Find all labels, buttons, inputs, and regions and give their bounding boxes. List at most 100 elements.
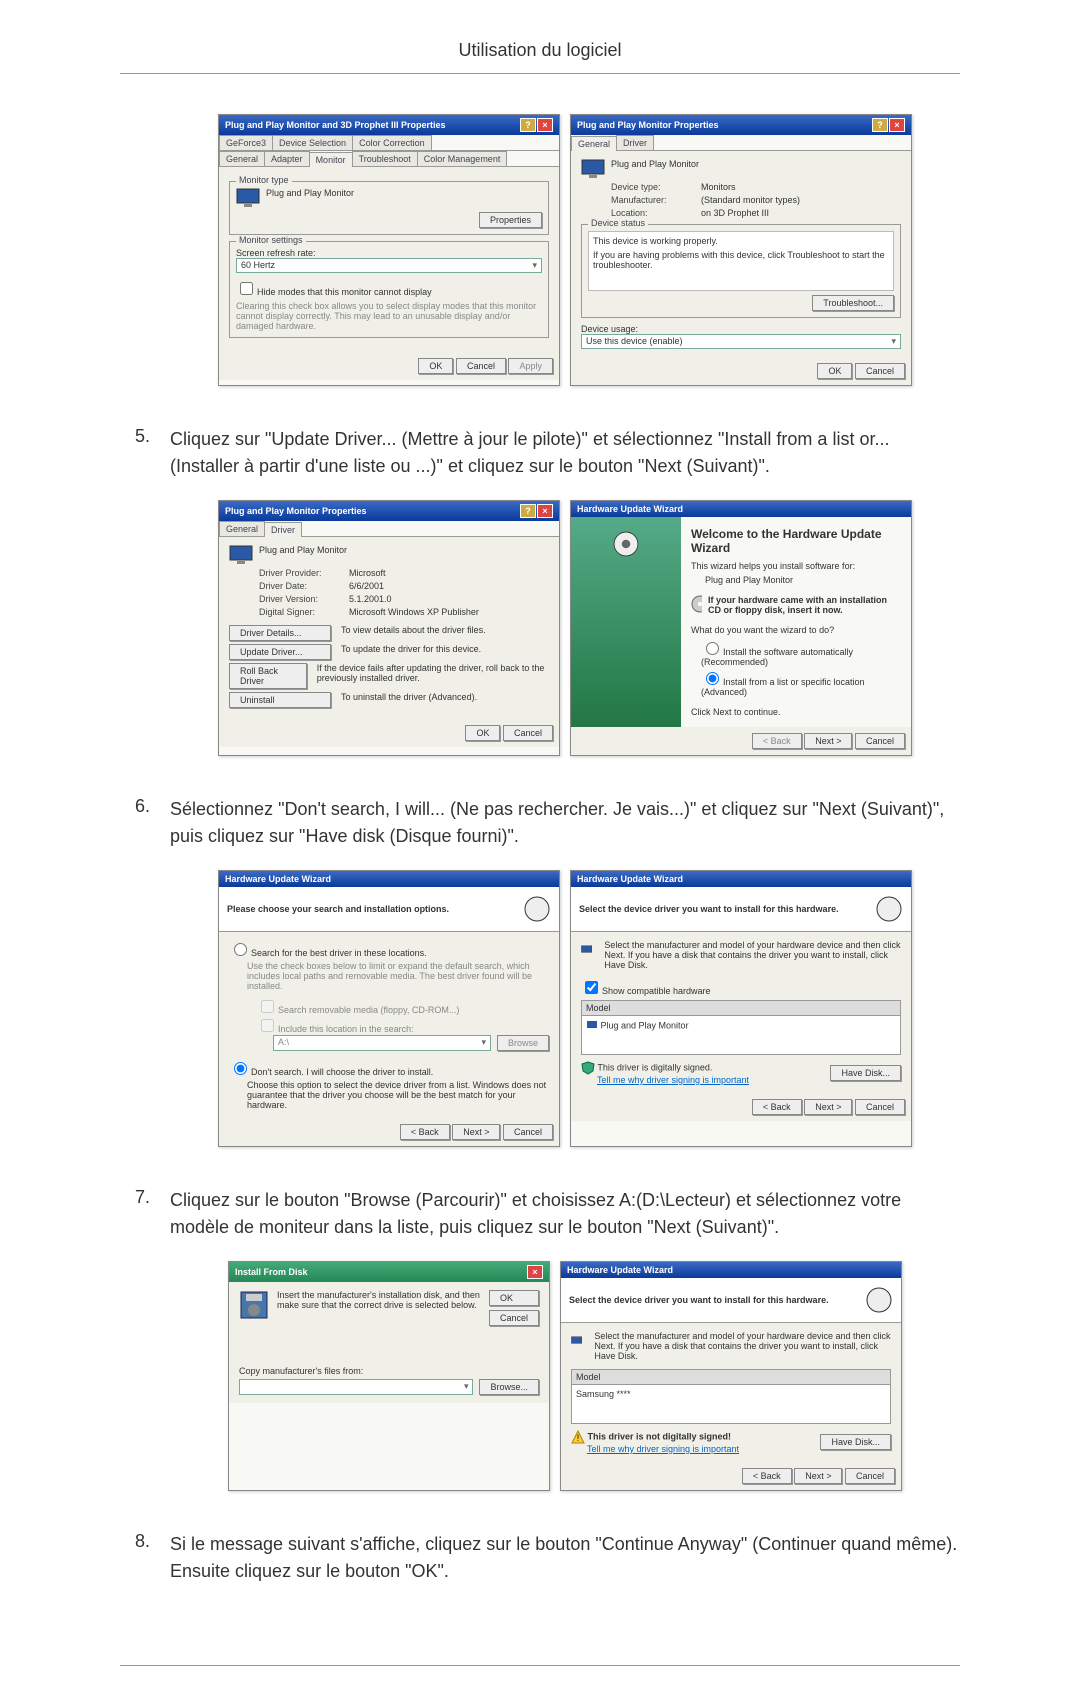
chevron-down-icon: ▾ [532,260,537,271]
ok-button[interactable]: OK [817,363,852,379]
footer-rule [120,1665,960,1666]
hide-modes-desc: Clearing this check box allows you to se… [236,301,542,331]
step-text: Si le message suivant s'affiche, cliquez… [170,1531,960,1585]
dialog-install-from-disk: Install From Disk× Insert the manufactur… [228,1261,550,1491]
radio-list[interactable] [706,672,719,685]
refresh-select[interactable]: 60 Hertz▾ [236,258,542,273]
dialog-pnp-driver: Plug and Play Monitor Properties?× Gener… [218,500,560,756]
properties-button[interactable]: Properties [479,212,542,228]
have-disk-button[interactable]: Have Disk... [830,1065,901,1081]
sig-key: Digital Signer: [259,607,349,617]
usage-select[interactable]: Use this device (enable)▾ [581,334,901,349]
browse-button[interactable]: Browse... [479,1379,539,1395]
copy-path-select[interactable]: ▾ [239,1379,473,1395]
chk-removable [261,1000,274,1013]
close-icon[interactable]: × [889,118,905,132]
cancel-button[interactable]: Cancel [855,1099,905,1115]
help-icon[interactable]: ? [872,118,888,132]
cancel-button[interactable]: Cancel [456,358,506,374]
update-driver-button[interactable]: Update Driver... [229,644,331,660]
back-button[interactable]: < Back [752,733,802,749]
ifd-instr: Insert the manufacturer's installation d… [277,1290,481,1326]
signed-text: This driver is digitally signed. [597,1062,712,1072]
close-icon[interactable]: × [527,1265,543,1279]
ok-button[interactable]: OK [465,725,500,741]
uninstall-desc: To uninstall the driver (Advanced). [341,692,477,708]
have-disk-button[interactable]: Have Disk... [820,1434,891,1450]
status-text: This device is working properly. [593,236,889,246]
next-button[interactable]: Next > [804,733,852,749]
back-button[interactable]: < Back [742,1468,792,1484]
cancel-button[interactable]: Cancel [503,725,553,741]
tab-driver[interactable]: Driver [264,522,302,537]
step-number: 7. [120,1187,150,1491]
monitor-icon [581,159,605,179]
chk-removable-label: Search removable media (floppy, CD-ROM..… [278,1005,459,1015]
tab-general[interactable]: General [219,151,265,166]
cancel-button[interactable]: Cancel [845,1468,895,1484]
troubleshoot-button[interactable]: Troubleshoot... [812,295,894,311]
wizard-subhead: Please choose your search and installati… [227,904,449,914]
hide-modes-checkbox[interactable] [240,282,253,295]
tab-monitor[interactable]: Monitor [309,152,353,167]
model-header: Model [572,1370,890,1385]
driver-details-button[interactable]: Driver Details... [229,625,331,641]
step-text: Cliquez sur "Update Driver... (Mettre à … [170,426,960,480]
cancel-button[interactable]: Cancel [503,1124,553,1140]
radio-auto[interactable] [706,642,719,655]
back-button[interactable]: < Back [400,1124,450,1140]
dialog-title: Hardware Update Wizard [225,874,331,884]
tab-troubleshoot[interactable]: Troubleshoot [352,151,418,166]
rollback-driver-desc: If the device fails after updating the d… [317,663,549,689]
montype-label: Monitor type [236,175,292,185]
settings-label: Monitor settings [236,235,306,245]
radio-search[interactable] [234,943,247,956]
ver-key: Driver Version: [259,594,349,604]
location-select: A:\▾ [273,1035,491,1051]
dialog-title: Hardware Update Wizard [577,874,683,884]
cancel-button[interactable]: Cancel [855,733,905,749]
close-icon[interactable]: × [537,504,553,518]
model-item[interactable]: Samsung **** [572,1385,890,1423]
signing-link[interactable]: Tell me why driver signing is important [587,1444,739,1454]
radio-dontsearch[interactable] [234,1062,247,1075]
dialog-pnp-general: Plug and Play Monitor Properties?× Gener… [570,114,912,386]
radio-list-label: Install from a list or specific location… [701,677,865,697]
monitor-icon [229,545,253,565]
manu-val: (Standard monitor types) [701,195,800,205]
chk-location-label: Include this location in the search: [278,1024,414,1034]
cancel-button[interactable]: Cancel [489,1310,539,1326]
tab-general[interactable]: General [219,521,265,536]
model-item[interactable]: Plug and Play Monitor [582,1016,900,1054]
apply-button[interactable]: Apply [508,358,553,374]
signing-link[interactable]: Tell me why driver signing is important [597,1075,749,1085]
back-button[interactable]: < Back [752,1099,802,1115]
wizard-sidebar [571,517,681,727]
help-icon[interactable]: ? [520,504,536,518]
chk-show-compatible[interactable] [585,981,598,994]
tab-geforce3[interactable]: GeForce3 [219,135,273,150]
prov-key: Driver Provider: [259,568,349,578]
tab-adapter[interactable]: Adapter [264,151,310,166]
browse-button: Browse [497,1035,549,1051]
ok-button[interactable]: OK [489,1290,539,1306]
next-button[interactable]: Next > [794,1468,842,1484]
tab-general[interactable]: General [571,136,617,151]
uninstall-button[interactable]: Uninstall [229,692,331,708]
ok-button[interactable]: OK [418,358,453,374]
next-button[interactable]: Next > [452,1124,500,1140]
wizard-text: This wizard helps you install software f… [691,561,901,571]
cancel-button[interactable]: Cancel [855,363,905,379]
tab-color-correction[interactable]: Color Correction [352,135,432,150]
tab-color-management[interactable]: Color Management [417,151,508,166]
close-icon[interactable]: × [537,118,553,132]
help-icon[interactable]: ? [520,118,536,132]
tab-device-selection[interactable]: Device Selection [272,135,353,150]
rollback-driver-button[interactable]: Roll Back Driver [229,663,307,689]
manu-key: Manufacturer: [611,195,701,205]
dialog-hardware-wizard-options: Hardware Update Wizard Please choose you… [218,870,560,1147]
tab-driver[interactable]: Driver [616,135,654,150]
wizard-continue: Click Next to continue. [691,707,901,717]
next-button[interactable]: Next > [804,1099,852,1115]
status-label: Device status [588,218,648,228]
